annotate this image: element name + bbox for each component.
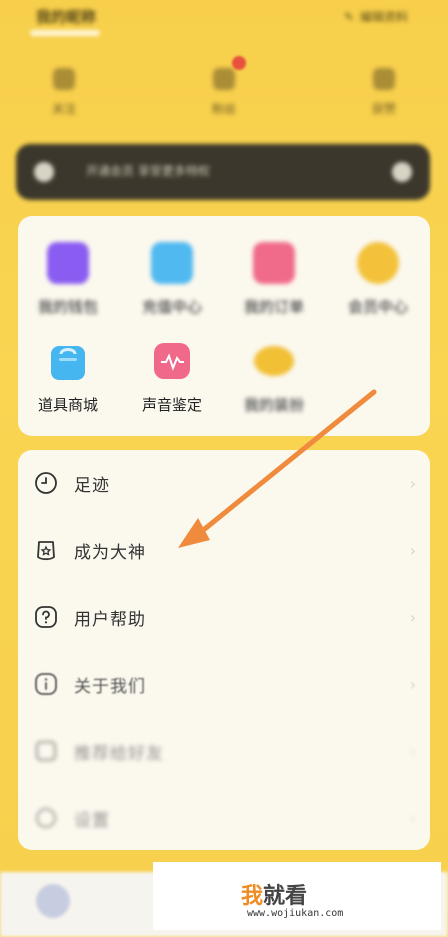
tool-label: 我的订单 [243,298,304,316]
chevron-right-icon: › [409,540,416,560]
stat-following[interactable]: 关注 [34,62,94,117]
fans-icon [213,68,235,90]
clock-icon [35,472,57,494]
menu-item-user-help[interactable]: 用户帮助 › [18,584,430,650]
profile-header: 我的昵称 ✎ 编辑资料 [0,0,448,60]
tool-label: 我的钱包 [37,298,98,316]
notification-dot [232,56,246,70]
chevron-right-icon: › [409,808,416,828]
chevron-right-icon: › [409,741,416,761]
tool-label: 会员中心 [347,298,408,316]
tool-my-outfit[interactable]: 我的装扮 [224,340,324,415]
menu-item-share[interactable]: 推荐给好友 › [18,718,430,784]
menu-label: 关于我们 [74,676,146,697]
edit-profile-label: 编辑资料 [359,10,408,24]
order-icon [253,242,295,284]
chevron-right-icon: › [409,607,416,627]
watermark-url: www.wojiukan.com [247,908,344,919]
tool-vip[interactable]: 会员中心 [328,242,428,317]
tool-prop-mall[interactable]: 道具商城 [18,340,118,415]
menu-label: 推荐给好友 [74,743,164,764]
menu-label: 成为大神 [74,542,146,563]
home-tab-icon[interactable] [36,884,70,918]
stat-label: 关注 [51,102,76,116]
stat-likes[interactable]: 获赞 [354,62,414,117]
voice-wave-icon [154,343,190,379]
tool-voice-identify[interactable]: 声音鉴定 [122,340,222,415]
menu-label: 足迹 [74,475,110,496]
help-icon [35,606,57,628]
username[interactable]: 我的昵称 [36,6,96,27]
tool-label: 充值中心 [141,298,202,316]
menu-label: 用户帮助 [74,609,146,630]
menu-label: 设置 [74,810,110,831]
vip-banner[interactable]: 开通会员 享受更多特权 [16,144,430,200]
vip-icon [357,242,399,284]
menu-card: 足迹 › 成为大神 › 用户帮助 › 关于我们 › 推荐给好友 › 设置 › [18,450,430,850]
tool-label: 我的装扮 [243,396,304,414]
god-badge-icon [37,541,55,561]
chevron-right-icon: › [409,674,416,694]
stats-row: 关注 粉丝 获赞 [0,62,448,132]
tool-wallet[interactable]: 我的钱包 [18,242,118,317]
wallet-icon [47,242,89,284]
edit-icon: ✎ [343,9,354,24]
stat-label: 粉丝 [211,102,236,116]
tool-label: 声音鉴定 [141,396,202,414]
tool-recharge[interactable]: 充值中心 [122,242,222,317]
likes-icon [373,68,395,90]
chevron-right-icon: › [409,473,416,493]
stat-label: 获赞 [371,102,396,116]
tool-orders[interactable]: 我的订单 [224,242,324,317]
shopping-bag-icon [51,346,85,380]
menu-item-settings[interactable]: 设置 › [18,785,430,851]
recharge-icon [151,242,193,284]
watermark: 我就看 www.wojiukan.com [153,862,441,930]
share-icon [36,741,56,761]
heart-badge-icon [254,346,294,376]
tool-label: 道具商城 [37,396,98,414]
menu-item-footprint[interactable]: 足迹 › [18,450,430,516]
edit-profile-link[interactable]: ✎ 编辑资料 [344,8,408,25]
banner-arrow-icon [392,162,412,182]
username-underline [30,30,100,36]
banner-left-icon [34,162,54,182]
banner-text: 开通会员 享受更多特权 [86,164,210,178]
menu-item-about[interactable]: 关于我们 › [18,651,430,717]
settings-icon [36,808,56,828]
tools-card: 我的钱包 充值中心 我的订单 会员中心 道具商城 声音鉴定 我的装扮 [18,216,430,436]
watermark-logo: 我就看 [241,884,308,909]
menu-item-become-god[interactable]: 成为大神 › [18,517,430,583]
info-icon [35,673,57,695]
following-icon [53,68,75,90]
stat-fans[interactable]: 粉丝 [194,62,254,117]
